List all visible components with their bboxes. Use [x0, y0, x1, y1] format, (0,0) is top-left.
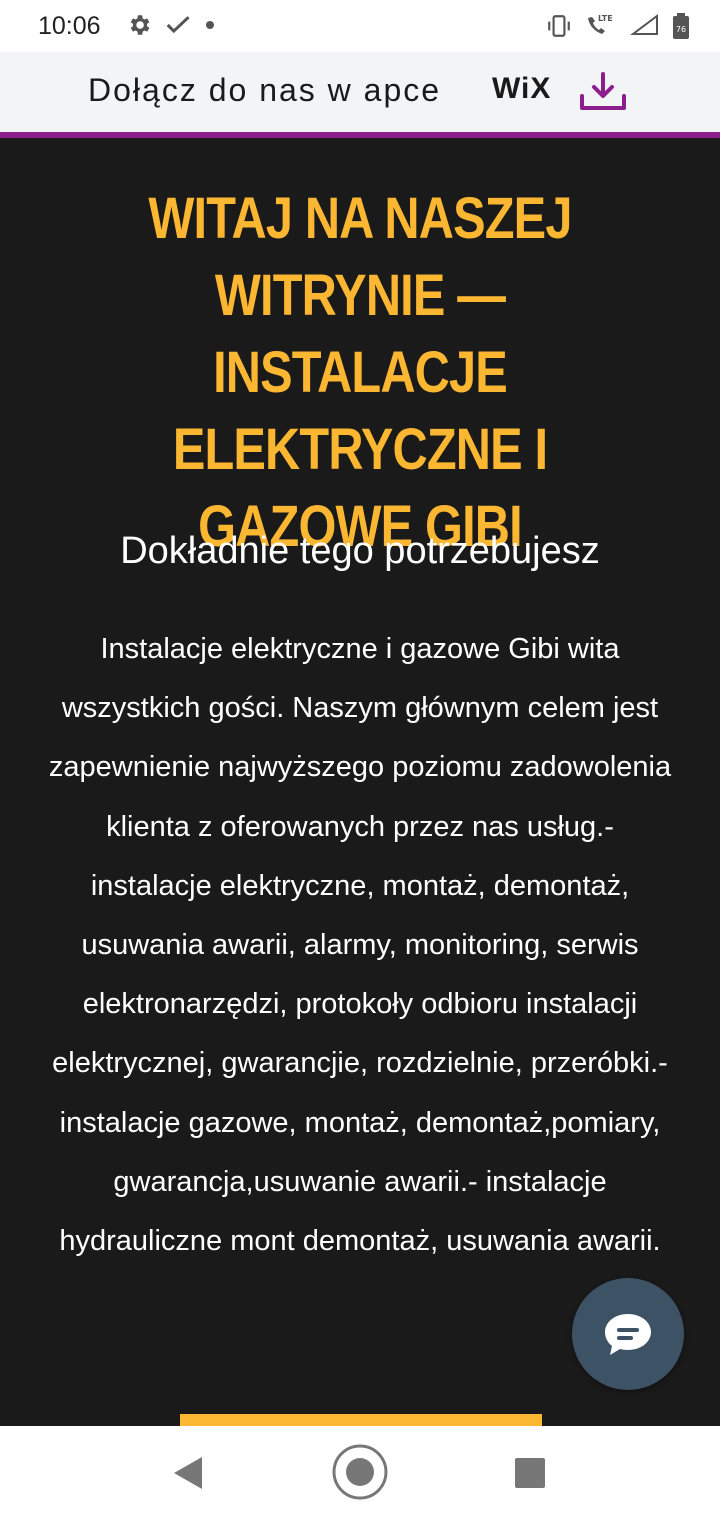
notification-dot-icon [206, 21, 214, 29]
intro-paragraph: Instalacje elektryczne i gazowe Gibi wit… [48, 633, 672, 1258]
battery-level: 76 [676, 25, 686, 34]
system-nav-bar [0, 1426, 720, 1520]
recents-square-icon[interactable] [514, 1457, 546, 1489]
wix-logo: WiX [492, 72, 552, 105]
check-mark-icon [166, 16, 190, 34]
gear-icon [130, 15, 150, 35]
lte-label: LTE [598, 14, 613, 23]
wix-app-banner[interactable]: Dołącz do nas w apce WiX [0, 52, 720, 132]
status-bar: 10:06 LTE 76 [0, 0, 720, 52]
chat-bubble-icon [605, 1314, 651, 1355]
battery-icon: 76 [673, 13, 689, 39]
lte-signal-icon [630, 14, 658, 35]
chat-button[interactable] [572, 1278, 684, 1390]
lte-call-icon: LTE [588, 14, 613, 34]
status-icons-left [126, 12, 214, 38]
hero-section: WITAJ NA NASZEJ WITRYNIE — INSTALACJE EL… [0, 138, 720, 1426]
page-title: WITAJ NA NASZEJ WITRYNIE — INSTALACJE EL… [148, 186, 572, 559]
vibrate-icon [548, 15, 570, 37]
back-triangle-icon[interactable] [170, 1454, 206, 1492]
download-icon[interactable] [578, 70, 628, 114]
home-circle-icon[interactable] [331, 1443, 389, 1501]
cta-button[interactable] [180, 1414, 542, 1426]
status-icons-right: LTE 76 [546, 12, 690, 40]
status-time: 10:06 [38, 12, 101, 40]
wix-banner-text: Dołącz do nas w apce [88, 72, 442, 108]
subheading: Dokładnie tego potrzebujesz [120, 530, 600, 572]
